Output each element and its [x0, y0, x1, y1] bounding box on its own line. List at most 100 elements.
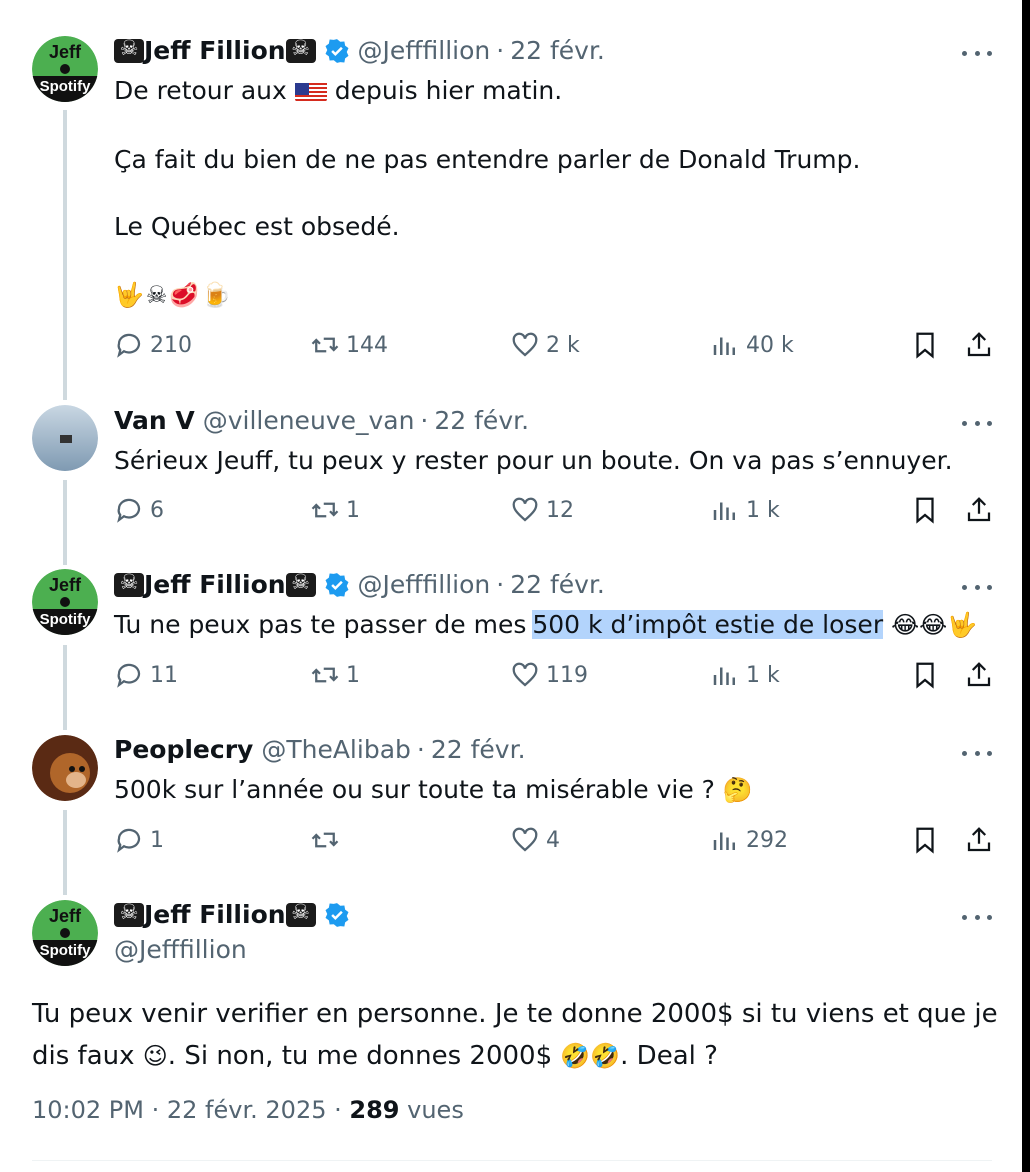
tweet-header: Peoplecry @TheAlibab · 22 févr. [114, 735, 526, 764]
svg-text:Jeff: Jeff [49, 906, 82, 926]
more-options-icon[interactable] [962, 912, 992, 922]
reply-button[interactable]: 210 [114, 330, 192, 360]
retweet-icon [311, 667, 339, 683]
svg-text:Spotify: Spotify [40, 611, 91, 628]
display-name[interactable]: Van V [114, 406, 195, 435]
tweet-date[interactable]: 22 févr. [510, 36, 605, 65]
views-button[interactable]: 40 k [710, 330, 794, 360]
like-button[interactable]: 2 k [510, 330, 580, 360]
avatar-peoplecry[interactable] [32, 735, 98, 801]
pirate-flag-icon [285, 36, 316, 63]
reply-button[interactable]: 11 [114, 660, 178, 690]
views-count: 289 [349, 1096, 400, 1124]
retweet-button[interactable] [310, 825, 346, 855]
reply-button[interactable]: 1 [114, 825, 164, 855]
avatar-jeff[interactable]: Jeff Spotify [32, 569, 98, 635]
bookmark-icon [916, 332, 934, 359]
tweet-header: Jeff Fillion @Jefffillion · 22 févr. [114, 570, 605, 599]
tweet-actions: 210 144 2 k 40 k [114, 330, 994, 370]
tweet-header: Van V @villeneuve_van · 22 févr. [114, 406, 529, 435]
share-button[interactable] [964, 330, 994, 360]
tweet-meta: 10:02 PM · 22 févr. 2025 · 289 vues [32, 1096, 464, 1124]
bookmark-button[interactable] [910, 330, 940, 360]
like-button[interactable]: 4 [510, 825, 560, 855]
tweet-time[interactable]: 10:02 PM [32, 1096, 144, 1124]
display-name[interactable]: Jeff Fillion [144, 570, 286, 599]
verified-badge-icon [325, 38, 349, 63]
thread-line [63, 810, 67, 895]
wink-emoji: 😉 [142, 1042, 168, 1070]
views-button[interactable]: 1 k [710, 495, 780, 525]
tweet-full-date[interactable]: 22 févr. 2025 [167, 1096, 327, 1124]
pirate-flag-icon [114, 570, 144, 597]
handle[interactable]: @TheAlibab [261, 735, 411, 764]
bookmark-icon [916, 662, 934, 689]
retweet-icon [311, 832, 339, 848]
analytics-icon [713, 502, 735, 520]
handle-row: @Jefffillion [114, 935, 247, 964]
avatar-van[interactable] [32, 405, 98, 471]
bookmark-button[interactable] [910, 825, 940, 855]
thread-line [63, 480, 67, 565]
svg-text:Jeff: Jeff [49, 42, 82, 62]
share-icon [967, 497, 991, 522]
separator: · [420, 406, 429, 435]
tweet-text-line: Tu ne peux pas te passer de mes 500 k d’i… [114, 608, 977, 642]
more-options-icon[interactable] [962, 48, 992, 58]
tweet-text-line: dis faux 😉. Si non, tu me donnes 2000$ 🤣… [32, 1036, 718, 1076]
retweet-button[interactable]: 144 [310, 330, 388, 360]
separator: · [416, 735, 425, 764]
tweet-date[interactable]: 22 févr. [434, 406, 529, 435]
retweet-icon [311, 337, 339, 353]
verified-badge-icon [325, 902, 349, 927]
pirate-flag-icon [285, 900, 316, 927]
tweet-text-line: Le Québec est obsedé. [114, 212, 400, 241]
more-options-icon[interactable] [962, 748, 992, 758]
avatar-jeff[interactable]: Jeff Spotify [32, 36, 98, 102]
separator: · [496, 36, 505, 65]
tweet-thread: Jeff Spotify Jeff Fillion @Jefffillion · … [0, 0, 1030, 1172]
bookmark-icon [916, 827, 934, 854]
heart-icon [512, 662, 538, 687]
more-options-icon[interactable] [962, 418, 992, 428]
tweet-text-line: Sérieux Jeuff, tu peux y rester pour un … [114, 446, 953, 475]
handle[interactable]: @villeneuve_van [203, 406, 415, 435]
handle[interactable]: @Jefffillion [358, 570, 491, 599]
analytics-icon [713, 832, 735, 850]
views-button[interactable]: 292 [710, 825, 788, 855]
bookmark-button[interactable] [910, 660, 940, 690]
rofl-emoji: 🤣🤣 [560, 1042, 621, 1070]
tweet-date[interactable]: 22 févr. [431, 735, 526, 764]
handle[interactable]: @Jefffillion [114, 935, 247, 964]
views-label: vues [407, 1096, 464, 1124]
views-button[interactable]: 1 k [710, 660, 780, 690]
more-options-icon[interactable] [962, 582, 992, 592]
retweet-button[interactable]: 1 [310, 495, 360, 525]
heart-icon [512, 497, 538, 522]
share-button[interactable] [964, 660, 994, 690]
thread-line [63, 645, 67, 730]
share-button[interactable] [964, 495, 994, 525]
emoji-line: 🤟☠🥩🍺 [114, 281, 234, 309]
reply-button[interactable]: 6 [114, 495, 164, 525]
analytics-icon [713, 667, 735, 685]
display-name[interactable]: Jeff Fillion [144, 36, 286, 65]
divider [32, 1160, 992, 1161]
thread-line [63, 110, 67, 400]
share-button[interactable] [964, 825, 994, 855]
avatar-jeff[interactable]: Jeff Spotify [32, 900, 98, 966]
heart-icon [512, 332, 538, 357]
tweet-text-line: 500k sur l’année ou sur toute ta misérab… [114, 773, 753, 807]
display-name[interactable]: Jeff Fillion [144, 900, 286, 929]
like-button[interactable]: 119 [510, 660, 588, 690]
pirate-flag-icon [114, 900, 144, 927]
tweet-actions: 11 1 119 1 k [114, 660, 994, 700]
tweet-actions: 6 1 12 1 k [114, 495, 994, 535]
selected-text: 500 k d’impôt estie de loser [532, 610, 884, 639]
tweet-date[interactable]: 22 févr. [510, 570, 605, 599]
like-button[interactable]: 12 [510, 495, 574, 525]
bookmark-button[interactable] [910, 495, 940, 525]
handle[interactable]: @Jefffillion [358, 36, 491, 65]
display-name[interactable]: Peoplecry [114, 735, 253, 764]
retweet-button[interactable]: 1 [310, 660, 360, 690]
